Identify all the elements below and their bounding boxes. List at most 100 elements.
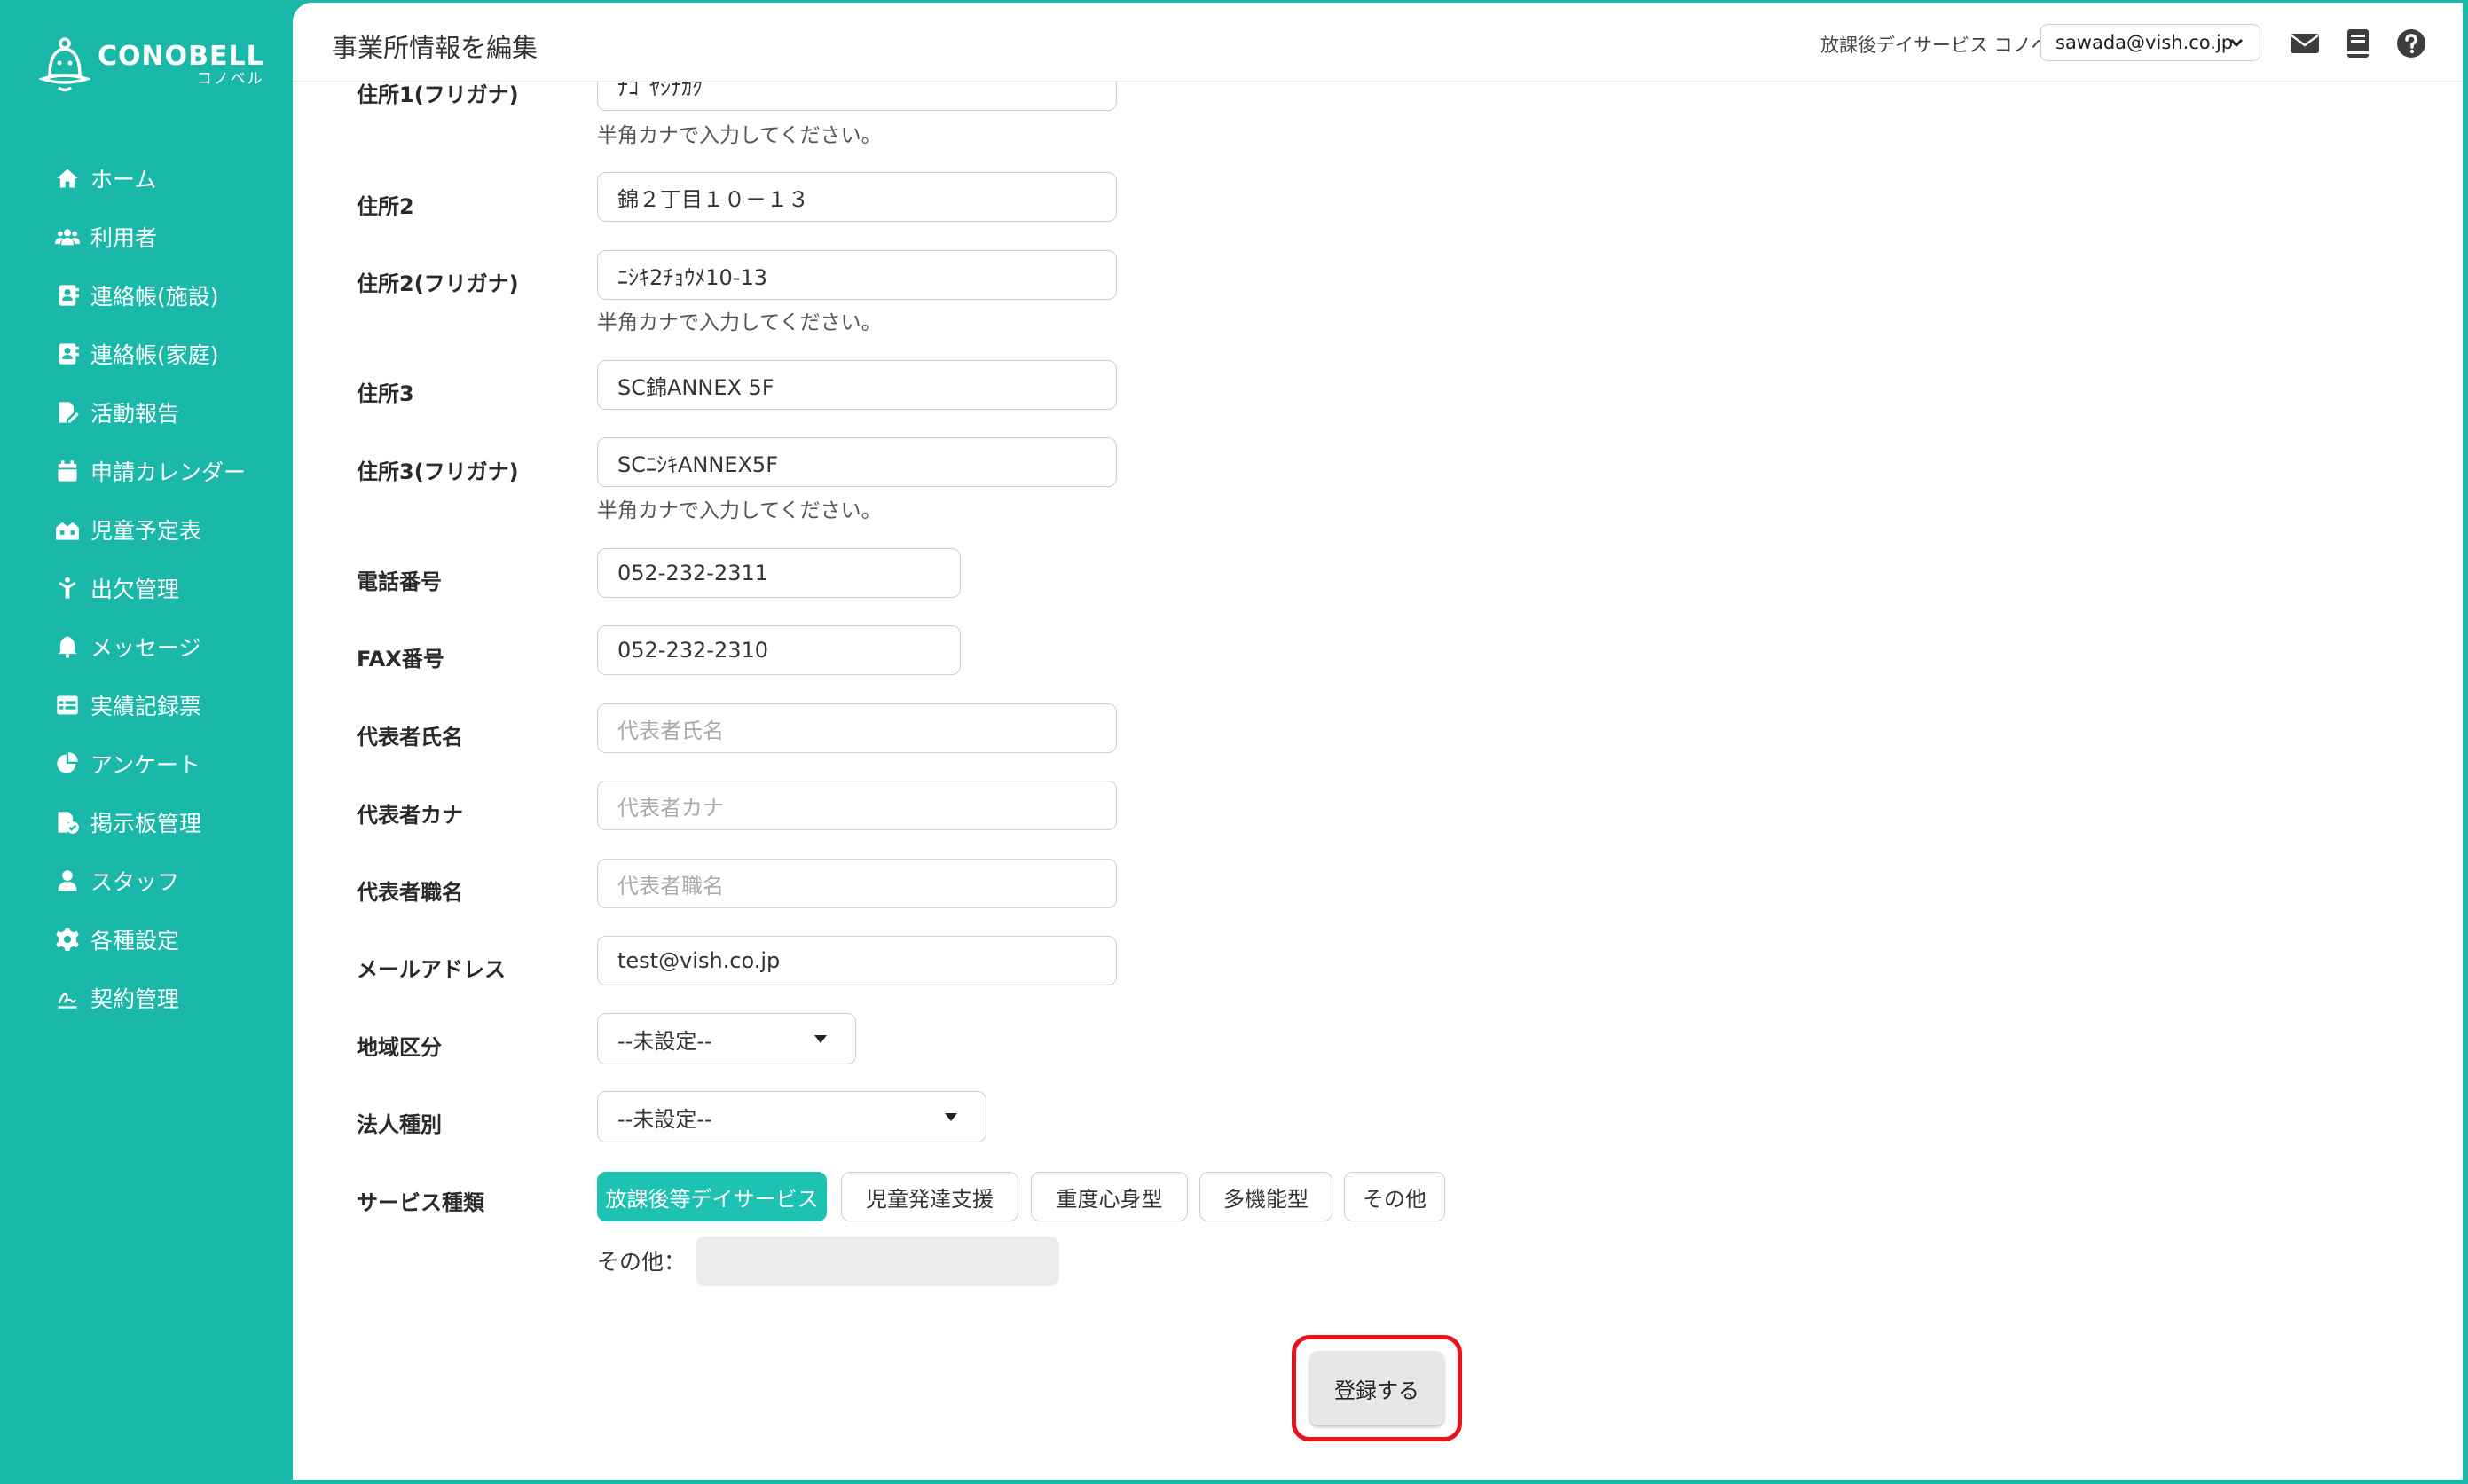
brand-logo[interactable]: CONOBELL コノベル — [39, 34, 270, 96]
rep-kana-input[interactable]: 代表者カナ — [597, 781, 1117, 830]
address2-input[interactable]: 錦２丁目１０－１３ — [597, 172, 1117, 222]
caret-down-icon — [814, 1035, 827, 1043]
sidebar-item-label: 連絡帳(施設) — [90, 284, 219, 310]
sidebar-item-message[interactable]: メッセージ — [53, 617, 293, 676]
sidebar-item-label: 連絡帳(家庭) — [90, 342, 219, 368]
sidebar-item-staff[interactable]: スタッフ — [53, 852, 293, 910]
email-label: メールアドレス — [357, 957, 506, 982]
rep-title-input[interactable]: 代表者職名 — [597, 859, 1117, 908]
help-icon[interactable] — [2395, 27, 2427, 59]
sidebar-item-label: 申請カレンダー — [90, 459, 247, 485]
sidebar-item-bulletin[interactable]: 掲示板管理 — [53, 793, 293, 852]
region-select[interactable]: --未設定-- — [597, 1013, 856, 1064]
brand-name: CONOBELL — [98, 40, 264, 72]
main-panel: 住所1(フリガナ) ﾅｺﾞﾔｼﾅｶｸ 半角カナで入力してください。 住所2 錦２… — [293, 3, 2463, 1480]
table-icon — [53, 691, 82, 719]
sidebar-item-calendar[interactable]: 申請カレンダー — [53, 442, 293, 500]
service-type-label: サービス種類 — [357, 1190, 484, 1215]
account-email: sawada@vish.co.jp — [2055, 32, 2234, 53]
sidebar-item-contact-home[interactable]: 連絡帳(家庭) — [53, 325, 293, 383]
gear-icon — [53, 925, 82, 954]
region-select-value: --未設定-- — [617, 1028, 712, 1054]
contract-icon — [53, 984, 82, 1012]
rep-name-input[interactable]: 代表者氏名 — [597, 703, 1117, 753]
rep-kana-label: 代表者カナ — [357, 803, 463, 828]
address1-kana-label: 住所1(フリガナ) — [357, 82, 519, 107]
sidebar-item-label: スタッフ — [90, 869, 180, 895]
calendar-icon — [53, 457, 82, 485]
service-chip-severe[interactable]: 重度心身型 — [1031, 1172, 1188, 1221]
email-input[interactable]: test@vish.co.jp — [597, 936, 1117, 985]
service-chip-other[interactable]: その他 — [1344, 1172, 1445, 1221]
corp-type-select-value: --未設定-- — [617, 1106, 712, 1132]
sidebar-item-records[interactable]: 実績記録票 — [53, 676, 293, 734]
caret-down-icon — [945, 1113, 957, 1121]
submit-button[interactable]: 登録する — [1309, 1351, 1444, 1425]
fax-label: FAX番号 — [357, 647, 444, 671]
sidebar: CONOBELL コノベル ホーム 利用者 連絡帳(施設) 連絡帳(家庭) 活動… — [0, 0, 293, 1484]
address2-kana-hint: 半角カナで入力してください。 — [597, 311, 882, 334]
pie-chart-icon — [53, 750, 82, 778]
address2-kana-input[interactable]: ﾆｼｷ2ﾁｮｳﾒ10-13 — [597, 250, 1117, 300]
bell-logo-icon — [39, 37, 90, 92]
address3-kana-hint: 半角カナで入力してください。 — [597, 499, 882, 522]
manual-book-icon[interactable] — [2342, 27, 2374, 59]
bulletin-icon — [53, 808, 82, 836]
sidebar-item-label: 各種設定 — [90, 928, 180, 954]
service-other-label: その他： — [597, 1249, 687, 1275]
fax-input[interactable]: 052-232-2310 — [597, 625, 961, 675]
users-icon — [53, 223, 82, 251]
topbar: 事業所情報を編集 放課後デイサービス コノベル sawada@vish.co.j… — [293, 3, 2463, 82]
schedule-icon — [53, 515, 82, 544]
sidebar-item-label: アンケート — [90, 752, 201, 778]
contact-book-icon — [53, 340, 82, 368]
report-edit-icon — [53, 398, 82, 427]
corp-type-select[interactable]: --未設定-- — [597, 1091, 986, 1142]
facility-name: 放課後デイサービス コノベル — [1820, 35, 2069, 56]
service-chip-multi[interactable]: 多機能型 — [1199, 1172, 1332, 1221]
service-other-input[interactable] — [696, 1237, 1059, 1286]
address3-kana-input[interactable]: SCﾆｼｷANNEX5F — [597, 437, 1117, 487]
sidebar-item-label: 出欠管理 — [90, 577, 180, 602]
sidebar-item-label: ホーム — [90, 167, 157, 192]
sidebar-item-settings[interactable]: 各種設定 — [53, 910, 293, 969]
rep-title-label: 代表者職名 — [357, 880, 463, 905]
corp-type-label: 法人種別 — [357, 1112, 442, 1137]
sidebar-item-activity-report[interactable]: 活動報告 — [53, 383, 293, 442]
address1-kana-hint: 半角カナで入力してください。 — [597, 124, 882, 147]
address3-input[interactable]: SC錦ANNEX 5F — [597, 360, 1117, 410]
page-title: 事業所情報を編集 — [332, 33, 538, 63]
account-select[interactable]: sawada@vish.co.jp — [2040, 24, 2260, 61]
rep-name-label: 代表者氏名 — [357, 725, 463, 750]
address3-label: 住所3 — [357, 381, 414, 406]
sidebar-item-child-schedule[interactable]: 児童予定表 — [53, 500, 293, 559]
sidebar-item-attendance[interactable]: 出欠管理 — [53, 559, 293, 617]
phone-input[interactable]: 052-232-2311 — [597, 548, 961, 598]
sidebar-item-label: 契約管理 — [90, 986, 180, 1012]
sidebar-item-users[interactable]: 利用者 — [53, 208, 293, 266]
sidebar-item-label: メッセージ — [90, 635, 201, 661]
sidebar-item-label: 活動報告 — [90, 401, 180, 427]
attendance-icon — [53, 574, 82, 602]
bell-icon — [53, 632, 82, 661]
address2-kana-label: 住所2(フリガナ) — [357, 271, 519, 296]
sidebar-item-label: 実績記録票 — [90, 694, 202, 719]
sidebar-item-contact-facility[interactable]: 連絡帳(施設) — [53, 266, 293, 325]
sidebar-item-label: 利用者 — [90, 225, 158, 251]
mail-icon[interactable] — [2289, 27, 2321, 59]
sidebar-item-label: 児童予定表 — [90, 518, 202, 544]
chevron-down-icon — [2229, 38, 2244, 48]
sidebar-item-label: 掲示板管理 — [90, 811, 202, 836]
facility-edit-form: 住所1(フリガナ) ﾅｺﾞﾔｼﾅｶｸ 半角カナで入力してください。 住所2 錦２… — [293, 3, 2463, 1480]
phone-label: 電話番号 — [357, 569, 442, 594]
service-chip-after-school[interactable]: 放課後等デイサービス — [597, 1172, 827, 1221]
address3-kana-label: 住所3(フリガナ) — [357, 459, 519, 484]
sidebar-item-contract[interactable]: 契約管理 — [53, 969, 293, 1027]
service-chip-child-development[interactable]: 児童発達支援 — [841, 1172, 1018, 1221]
sidebar-item-home[interactable]: ホーム — [53, 149, 293, 208]
home-icon — [53, 164, 82, 192]
sidebar-item-survey[interactable]: アンケート — [53, 734, 293, 793]
contact-book-icon — [53, 281, 82, 310]
address2-label: 住所2 — [357, 194, 414, 219]
staff-icon — [53, 867, 82, 895]
